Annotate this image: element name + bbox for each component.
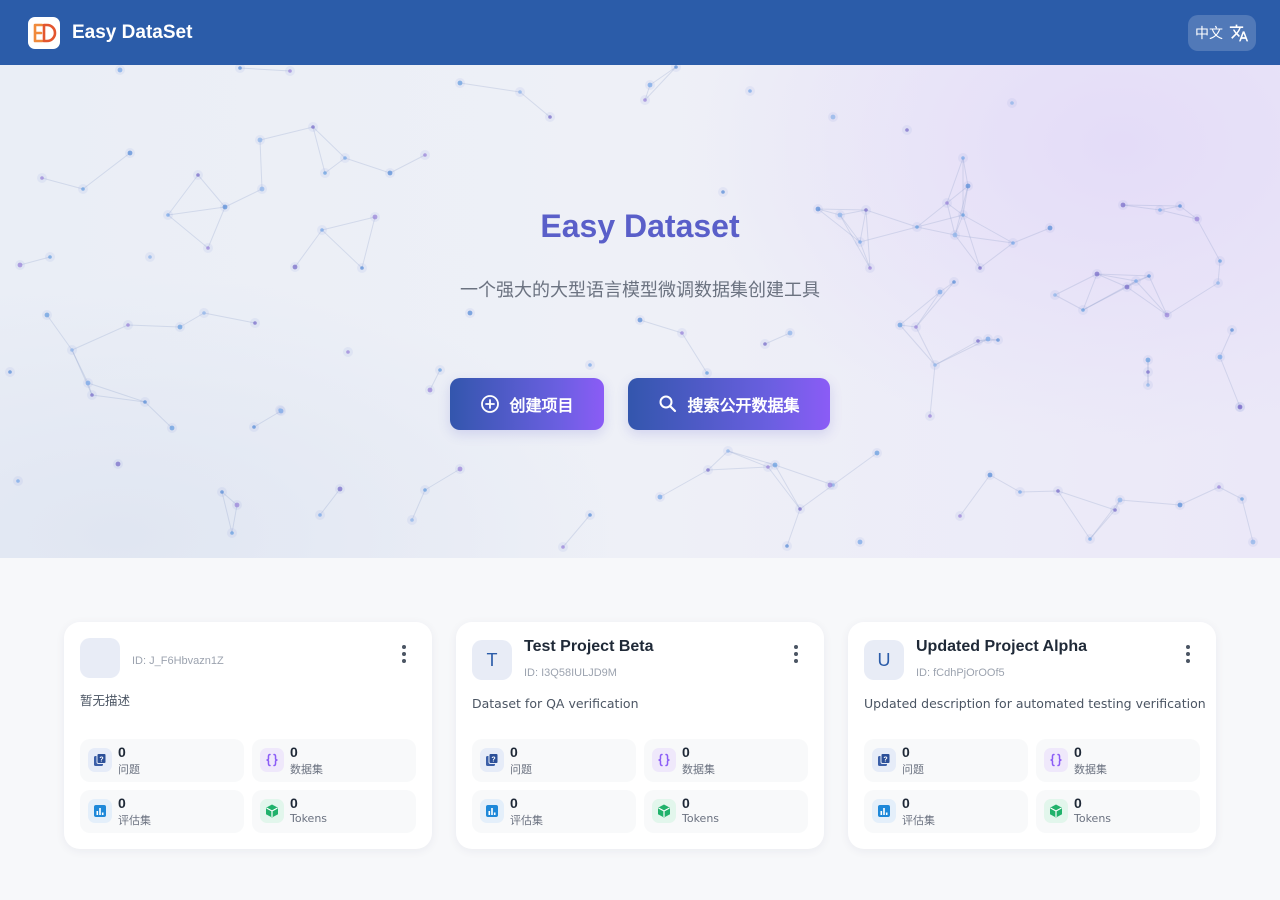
stat-value: 0 bbox=[902, 795, 910, 811]
project-name: Updated Project Alpha bbox=[916, 638, 1087, 655]
hero-section: Easy Dataset 一个强大的大型语言模型微调数据集创建工具 创建项目 搜… bbox=[0, 65, 1280, 558]
stat-label: 评估集 bbox=[902, 814, 935, 827]
stat-label: Tokens bbox=[290, 812, 328, 825]
bar-chart-icon bbox=[872, 799, 896, 823]
stat-value: 0 bbox=[510, 795, 518, 811]
app-title: Easy DataSet bbox=[72, 21, 193, 43]
hero-subtitle: 一个强大的大型语言模型微调数据集创建工具 bbox=[460, 280, 820, 301]
more-options-button[interactable] bbox=[394, 644, 414, 664]
stat-value: 0 bbox=[902, 744, 910, 760]
question-icon: ? bbox=[872, 748, 896, 772]
project-card[interactable]: U Updated Project Alpha ID: fCdhPjOrOOf5… bbox=[848, 622, 1216, 849]
project-description: Updated description for automated testin… bbox=[864, 696, 1206, 711]
app-logo[interactable] bbox=[28, 16, 60, 49]
stat-label: 问题 bbox=[902, 763, 924, 776]
cube-icon bbox=[260, 799, 284, 823]
braces-icon bbox=[1044, 748, 1068, 772]
project-description: Dataset for QA verification bbox=[472, 696, 639, 711]
stat-eval-sets: 0 评估集 bbox=[80, 790, 244, 833]
search-icon bbox=[659, 395, 677, 413]
stat-tokens: 0 Tokens bbox=[252, 790, 416, 833]
project-avatar bbox=[80, 638, 120, 678]
stat-label: Tokens bbox=[1074, 812, 1112, 825]
stat-questions: ? 0 问题 bbox=[472, 739, 636, 782]
more-options-button[interactable] bbox=[1178, 644, 1198, 664]
question-icon: ? bbox=[88, 748, 112, 772]
bar-chart-icon bbox=[480, 799, 504, 823]
project-description: 暂无描述 bbox=[80, 693, 131, 708]
stat-label: 数据集 bbox=[682, 763, 715, 776]
stat-value: 0 bbox=[290, 795, 298, 811]
network-background bbox=[5, 65, 1258, 552]
project-avatar: T bbox=[472, 640, 512, 680]
stat-datasets: 0 数据集 bbox=[252, 739, 416, 782]
stat-value: 0 bbox=[118, 744, 126, 760]
project-card[interactable]: ID: J_F6Hbvazn1Z 暂无描述 ? 0 问题 0 数据集 0 评估集… bbox=[64, 622, 432, 849]
stat-tokens: 0 Tokens bbox=[644, 790, 808, 833]
stat-label: Tokens bbox=[682, 812, 720, 825]
stat-label: 评估集 bbox=[510, 814, 543, 827]
create-project-label: 创建项目 bbox=[509, 396, 574, 415]
svg-text:?: ? bbox=[491, 757, 495, 764]
braces-icon bbox=[652, 748, 676, 772]
stat-datasets: 0 数据集 bbox=[644, 739, 808, 782]
stat-label: 数据集 bbox=[1074, 763, 1107, 776]
logo-mark-icon bbox=[33, 23, 57, 42]
braces-icon bbox=[260, 748, 284, 772]
cube-icon bbox=[652, 799, 676, 823]
stat-value: 0 bbox=[682, 795, 690, 811]
create-project-button[interactable]: 创建项目 bbox=[450, 378, 604, 430]
stat-label: 问题 bbox=[510, 763, 532, 776]
project-card[interactable]: T Test Project Beta ID: I3Q58IULJD9M Dat… bbox=[456, 622, 824, 849]
project-id: ID: I3Q58IULJD9M bbox=[524, 667, 617, 679]
stat-eval-sets: 0 评估集 bbox=[864, 790, 1028, 833]
translate-icon bbox=[1229, 24, 1249, 41]
stat-eval-sets: 0 评估集 bbox=[472, 790, 636, 833]
bar-chart-icon bbox=[88, 799, 112, 823]
search-public-datasets-button[interactable]: 搜索公开数据集 bbox=[628, 378, 830, 430]
stat-value: 0 bbox=[1074, 795, 1082, 811]
project-id: ID: fCdhPjOrOOf5 bbox=[916, 667, 1005, 679]
language-switch-button[interactable]: 中文 bbox=[1188, 14, 1256, 51]
svg-text:?: ? bbox=[883, 757, 887, 764]
stat-label: 数据集 bbox=[290, 763, 323, 776]
question-icon: ? bbox=[480, 748, 504, 772]
top-app-bar: Easy DataSet 中文 bbox=[0, 0, 1280, 65]
project-avatar: U bbox=[864, 640, 904, 680]
stat-value: 0 bbox=[510, 744, 518, 760]
language-label: 中文 bbox=[1195, 24, 1223, 41]
stat-label: 评估集 bbox=[118, 814, 151, 827]
stat-questions: ? 0 问题 bbox=[80, 739, 244, 782]
hero-title: Easy Dataset bbox=[540, 208, 740, 244]
svg-text:?: ? bbox=[99, 757, 103, 764]
project-name: Test Project Beta bbox=[524, 638, 654, 655]
stat-value: 0 bbox=[118, 795, 126, 811]
stat-value: 0 bbox=[682, 744, 690, 760]
stat-value: 0 bbox=[1074, 744, 1082, 760]
stat-tokens: 0 Tokens bbox=[1036, 790, 1200, 833]
cube-icon bbox=[1044, 799, 1068, 823]
stat-datasets: 0 数据集 bbox=[1036, 739, 1200, 782]
stat-questions: ? 0 问题 bbox=[864, 739, 1028, 782]
stat-value: 0 bbox=[290, 744, 298, 760]
project-id: ID: J_F6Hbvazn1Z bbox=[132, 655, 224, 667]
stat-label: 问题 bbox=[118, 763, 140, 776]
more-options-button[interactable] bbox=[786, 644, 806, 664]
add-circle-icon bbox=[481, 395, 500, 413]
search-public-datasets-label: 搜索公开数据集 bbox=[687, 396, 800, 415]
